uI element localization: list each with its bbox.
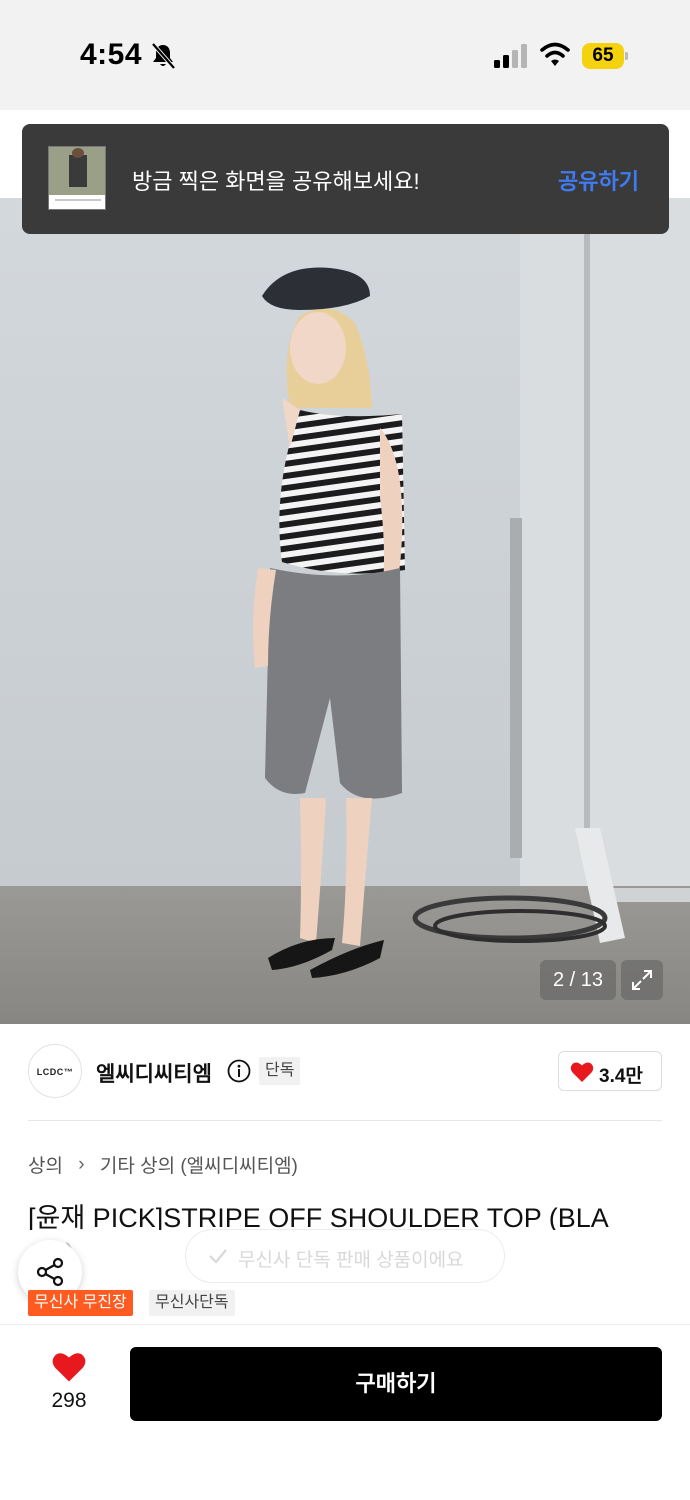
exclusive-notice-text: 무신사 단독 판매 상품이에요 (238, 1250, 464, 1271)
brand-row: LCDC™ 엘씨디씨티엠 단독 3.4만 (0, 1024, 690, 1120)
status-time: 4:54 (80, 38, 143, 71)
product-image-gallery[interactable] (0, 198, 690, 1024)
breadcrumb-category[interactable]: 상의 (28, 1151, 63, 1178)
check-icon (209, 1249, 227, 1264)
status-bar: 4:54 65 (0, 0, 690, 110)
exclusive-badge: 단독 (259, 1057, 301, 1085)
heart-icon (52, 1353, 86, 1382)
brand-like-count: 3.4만 (599, 1066, 643, 1087)
share-now-button[interactable]: 공유하기 (558, 164, 639, 196)
product-like-button[interactable]: 298 (38, 1349, 100, 1419)
image-counter: 2 / 13 (540, 960, 616, 1000)
heart-icon (570, 1062, 594, 1082)
toast-message: 방금 찍은 화면을 공유해보세요! (132, 169, 420, 194)
product-title: [윤재 PICK]STRIPE OFF SHOULDER TOP (BLA (28, 1203, 609, 1230)
fullscreen-button[interactable] (621, 960, 663, 1000)
tag-musinsa-mujinjang: 무신사 무진장 (28, 1290, 133, 1316)
breadcrumb: 상의 › 기타 상의 (엘씨디씨티엠) (28, 1151, 298, 1178)
brand-name[interactable]: 엘씨디씨티엠 (96, 1058, 212, 1088)
divider (28, 1120, 662, 1121)
info-icon[interactable] (227, 1059, 251, 1083)
brand-logo[interactable]: LCDC™ (28, 1044, 82, 1098)
brand-like-button[interactable]: 3.4만 (558, 1051, 662, 1091)
buy-button[interactable]: 구매하기 (130, 1347, 662, 1421)
tag-musinsa-exclusive: 무신사단독 (149, 1290, 235, 1316)
wifi-icon (540, 42, 570, 66)
battery-level: 65 (582, 43, 624, 69)
breadcrumb-subcategory[interactable]: 기타 상의 (엘씨디씨티엠) (100, 1151, 298, 1178)
product-like-count: 298 (51, 1389, 87, 1412)
battery-indicator: 65 (582, 43, 628, 69)
battery-tip (625, 52, 628, 60)
exclusive-notice-toast: 무신사 단독 판매 상품이에요 (185, 1229, 505, 1283)
screenshot-share-toast: 방금 찍은 화면을 공유해보세요! 공유하기 (22, 124, 669, 234)
bell-muted-icon (151, 42, 176, 70)
share-icon (36, 1257, 64, 1287)
chevron-right-icon: › (78, 1153, 85, 1175)
bottom-action-bar: 298 구매하기 (0, 1324, 690, 1500)
signal-icon (494, 44, 527, 68)
product-photo (0, 198, 690, 1024)
screenshot-thumbnail (48, 146, 106, 210)
expand-icon (632, 970, 652, 990)
